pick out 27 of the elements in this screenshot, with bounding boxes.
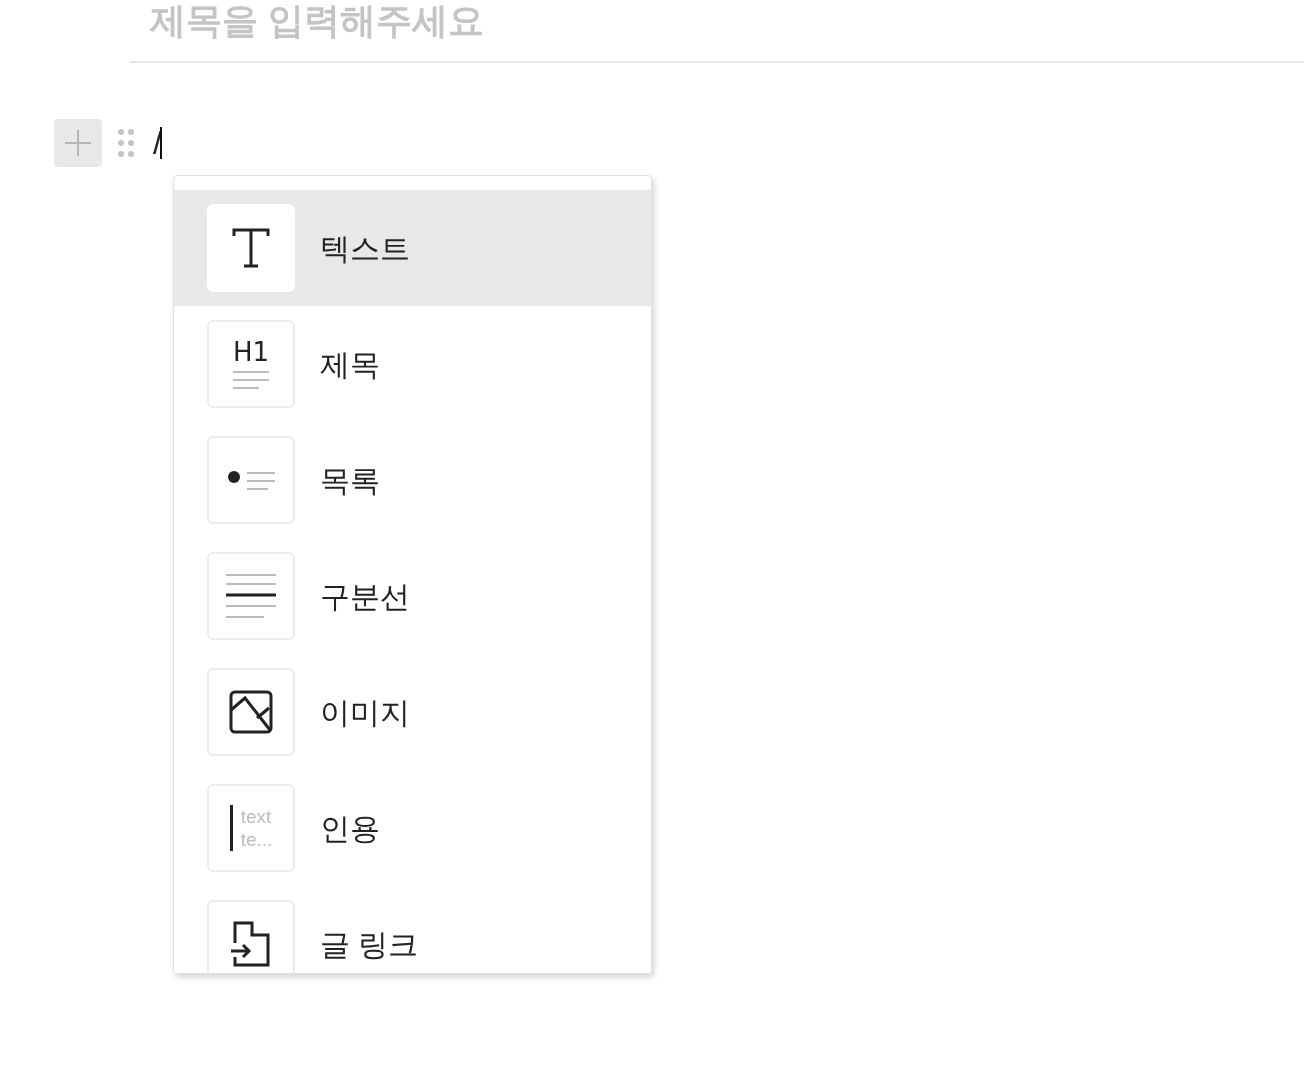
menu-item-label: 텍스트 (320, 230, 410, 267)
menu-item[interactable]: 목록 (174, 422, 651, 538)
image-icon (229, 690, 273, 734)
menu-item-label: 목록 (320, 462, 380, 499)
menu-item-label: 글 링크 (320, 926, 419, 963)
text-cursor (159, 127, 162, 159)
menu-item-label: 구분선 (320, 578, 410, 615)
menu-item[interactable]: 글 링크 (174, 886, 651, 973)
text-type-icon (232, 228, 270, 268)
menu-item[interactable]: text te... 인용 (174, 770, 651, 886)
bullet-list-icon (227, 470, 275, 490)
heading-label: H1 (232, 339, 270, 365)
add-block-button[interactable] (54, 119, 102, 167)
menu-item[interactable]: 텍스트 (174, 190, 651, 306)
text-lines-icon (233, 369, 269, 389)
menu-item-label: 인용 (320, 810, 380, 847)
document-arrow-icon (231, 921, 271, 967)
menu-item-label: 이미지 (320, 694, 410, 731)
drag-handle-icon[interactable] (118, 129, 134, 157)
menu-item-label: 제목 (320, 346, 380, 383)
menu-item[interactable]: H1 제목 (174, 306, 651, 422)
divider-lines-icon (226, 573, 276, 619)
menu-item[interactable]: 구분선 (174, 538, 651, 654)
menu-item[interactable]: 이미지 (174, 654, 651, 770)
quote-preview-text: te... (240, 828, 273, 851)
quote-preview-text: text (240, 805, 273, 828)
plus-icon (65, 130, 91, 156)
